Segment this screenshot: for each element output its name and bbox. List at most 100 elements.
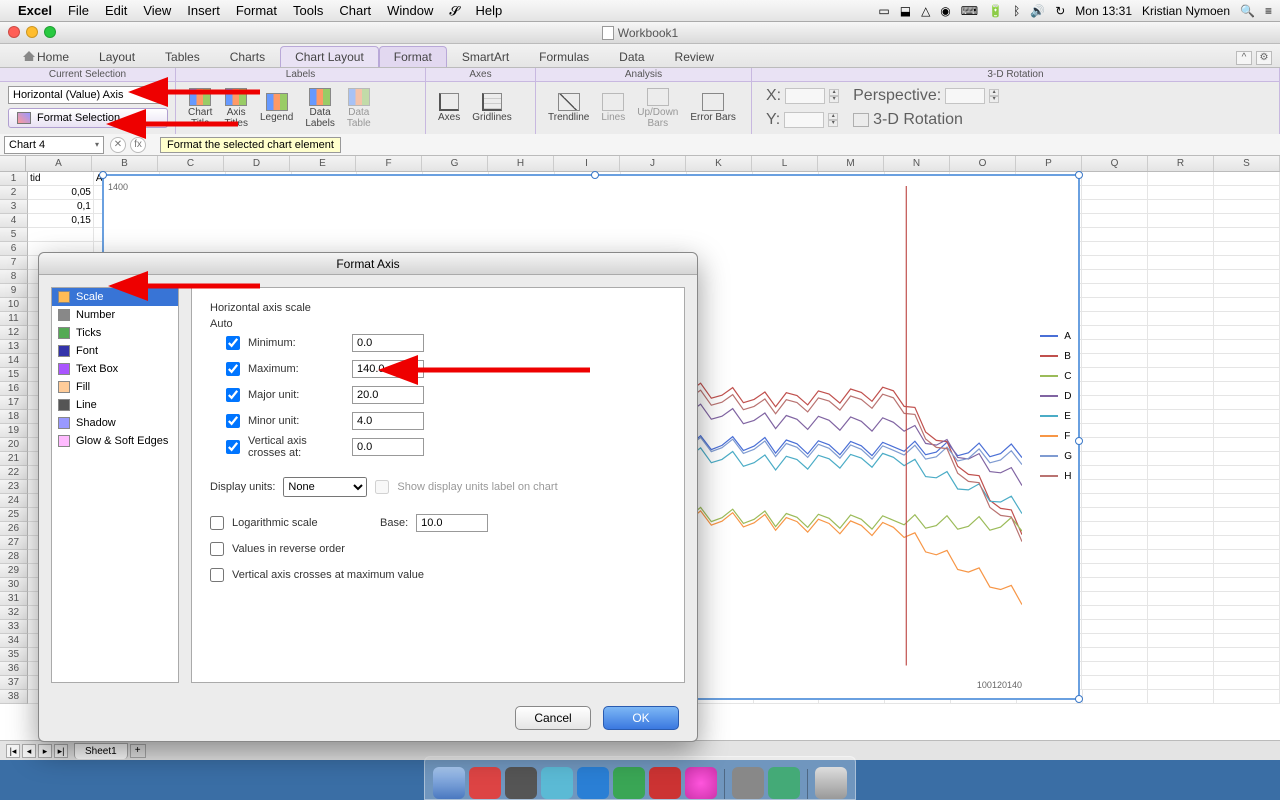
ribbon-collapse-icon[interactable]: ^ — [1236, 51, 1252, 65]
tab-home[interactable]: Home — [8, 46, 84, 67]
perspective-input[interactable] — [945, 88, 985, 104]
row-header[interactable]: 25 — [0, 508, 28, 522]
error-bars-button[interactable]: Error Bars — [684, 84, 742, 132]
cell[interactable] — [1148, 368, 1214, 382]
select-all-corner[interactable] — [0, 156, 26, 171]
cell[interactable] — [1082, 354, 1148, 368]
log-scale-checkbox[interactable] — [210, 516, 224, 530]
cell[interactable] — [1148, 620, 1214, 634]
cell[interactable] — [1148, 536, 1214, 550]
tab-review[interactable]: Review — [660, 46, 729, 67]
minor-unit-input[interactable] — [352, 412, 424, 430]
row-header[interactable]: 19 — [0, 424, 28, 438]
cell[interactable] — [1214, 662, 1280, 676]
cell[interactable]: tid — [28, 172, 94, 186]
row-header[interactable]: 7 — [0, 256, 28, 270]
keyboard-icon[interactable]: ⌨ — [961, 4, 978, 18]
dialog-side-item-line[interactable]: Line — [52, 396, 178, 414]
legend-item[interactable]: F — [1040, 426, 1072, 446]
cell[interactable] — [1148, 480, 1214, 494]
menu-app[interactable]: Excel — [18, 3, 52, 18]
tab-formulas[interactable]: Formulas — [524, 46, 604, 67]
cell[interactable] — [1082, 592, 1148, 606]
sheet-nav-last-icon[interactable]: ▸| — [54, 744, 68, 758]
chart-legend[interactable]: ABCDEFGH — [1040, 326, 1072, 486]
row-header[interactable]: 13 — [0, 340, 28, 354]
tab-smartart[interactable]: SmartArt — [447, 46, 524, 67]
cell[interactable] — [1082, 396, 1148, 410]
resize-handle[interactable] — [1075, 695, 1083, 703]
column-header[interactable]: I — [554, 156, 620, 171]
row-header[interactable]: 37 — [0, 676, 28, 690]
cell[interactable] — [1214, 382, 1280, 396]
cell[interactable] — [1214, 550, 1280, 564]
cancel-button[interactable]: Cancel — [515, 706, 591, 730]
column-header[interactable]: E — [290, 156, 356, 171]
rotation-y-stepper[interactable]: ▴▾ — [828, 113, 838, 127]
cell[interactable]: 0,15 — [28, 214, 94, 228]
rotation-x-input[interactable] — [785, 88, 825, 104]
cell[interactable] — [1214, 354, 1280, 368]
menu-script-icon[interactable]: 𝓢 — [449, 3, 459, 19]
format-axis-dialog[interactable]: Format Axis ScaleNumberTicksFontText Box… — [38, 252, 698, 742]
current-selection-dropdown[interactable] — [8, 86, 168, 104]
column-header[interactable]: H — [488, 156, 554, 171]
app-icon[interactable] — [732, 767, 764, 799]
column-header[interactable]: K — [686, 156, 752, 171]
maximum-auto-checkbox[interactable] — [226, 362, 240, 376]
cell[interactable] — [1148, 214, 1214, 228]
legend-item[interactable]: H — [1040, 466, 1072, 486]
minimum-auto-checkbox[interactable] — [226, 336, 240, 350]
cell[interactable] — [1082, 452, 1148, 466]
cell[interactable] — [1148, 242, 1214, 256]
battery-icon[interactable]: 🔋 — [988, 4, 1003, 18]
legend-item[interactable]: C — [1040, 366, 1072, 386]
column-header[interactable]: B — [92, 156, 158, 171]
app-icon[interactable] — [577, 767, 609, 799]
row-header[interactable]: 30 — [0, 578, 28, 592]
row-header[interactable]: 12 — [0, 326, 28, 340]
row-header[interactable]: 35 — [0, 648, 28, 662]
row-header[interactable]: 36 — [0, 662, 28, 676]
cell[interactable] — [1214, 522, 1280, 536]
row-header[interactable]: 34 — [0, 634, 28, 648]
legend-item[interactable]: E — [1040, 406, 1072, 426]
cell[interactable] — [1214, 592, 1280, 606]
column-header[interactable]: N — [884, 156, 950, 171]
menu-window[interactable]: Window — [387, 3, 433, 18]
cell[interactable] — [1148, 522, 1214, 536]
column-header[interactable]: C — [158, 156, 224, 171]
cell[interactable] — [1148, 466, 1214, 480]
excel-icon[interactable] — [768, 767, 800, 799]
legend-item[interactable]: B — [1040, 346, 1072, 366]
cell[interactable] — [1148, 690, 1214, 704]
data-labels-button[interactable]: Data Labels — [299, 84, 340, 132]
dialog-side-item-number[interactable]: Number — [52, 306, 178, 324]
dialog-side-item-fill[interactable]: Fill — [52, 378, 178, 396]
cell[interactable] — [1214, 312, 1280, 326]
row-header[interactable]: 14 — [0, 354, 28, 368]
cell[interactable] — [1148, 634, 1214, 648]
cell[interactable] — [1082, 186, 1148, 200]
cell[interactable] — [1082, 494, 1148, 508]
app-icon[interactable] — [613, 767, 645, 799]
cell[interactable] — [1082, 228, 1148, 242]
cell[interactable] — [1214, 326, 1280, 340]
zoom-icon[interactable] — [44, 26, 56, 38]
cell[interactable] — [1148, 284, 1214, 298]
cell[interactable] — [1082, 172, 1148, 186]
row-header[interactable]: 11 — [0, 312, 28, 326]
cell[interactable] — [1148, 410, 1214, 424]
row-header[interactable]: 15 — [0, 368, 28, 382]
cell[interactable] — [1148, 354, 1214, 368]
cell[interactable] — [1148, 312, 1214, 326]
cell[interactable] — [1214, 228, 1280, 242]
cell[interactable] — [1148, 200, 1214, 214]
menu-file[interactable]: File — [68, 3, 89, 18]
cell[interactable] — [1082, 620, 1148, 634]
spotlight-icon[interactable]: 🔍 — [1240, 4, 1255, 18]
cross-max-checkbox[interactable] — [210, 568, 224, 582]
bluetooth-icon[interactable]: ᛒ — [1013, 4, 1020, 18]
app-icon[interactable] — [505, 767, 537, 799]
sheet-tab-sheet1[interactable]: Sheet1 — [74, 743, 128, 759]
